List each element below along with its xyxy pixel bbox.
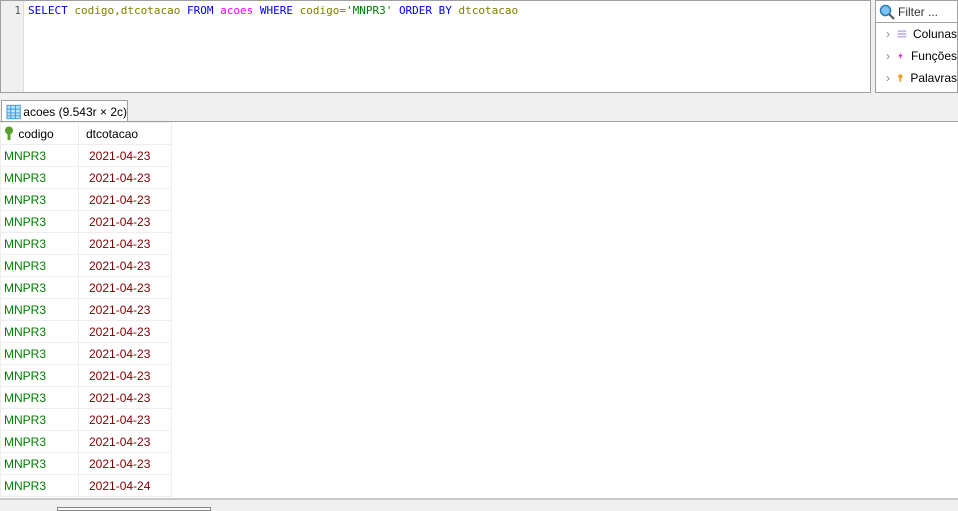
cell-dtcotacao[interactable]: 2021-04-23 xyxy=(78,430,172,453)
chevron-right-icon[interactable]: › xyxy=(886,71,896,85)
primary-key-icon xyxy=(5,126,13,140)
cell-codigo[interactable]: MNPR3 xyxy=(0,166,79,189)
cell-codigo[interactable]: MNPR3 xyxy=(0,144,79,167)
cell-codigo[interactable]: MNPR3 xyxy=(0,276,79,299)
tree-label: Funções xyxy=(910,49,957,63)
cell-dtcotacao[interactable]: 2021-04-23 xyxy=(78,188,172,211)
kw-from: FROM xyxy=(186,4,214,17)
table-row[interactable]: MNPR3 2021-04-23 xyxy=(0,320,172,343)
sql-text[interactable]: SELECT codigo,dtcotacao FROM acoes WHERE… xyxy=(28,4,518,17)
sql-string: 'MNPR3' xyxy=(345,4,393,17)
cell-dtcotacao[interactable]: 2021-04-23 xyxy=(78,298,172,321)
tree-item-columns[interactable]: › Colunas xyxy=(876,23,957,45)
cell-dtcotacao[interactable]: 2021-04-23 xyxy=(78,210,172,233)
sql-editor[interactable]: 1 SELECT codigo,dtcotacao FROM acoes WHE… xyxy=(0,0,871,93)
filter-placeholder: Filter ... xyxy=(898,4,939,19)
horizontal-scrollbar[interactable] xyxy=(57,507,211,511)
cell-dtcotacao[interactable]: 2021-04-23 xyxy=(78,408,172,431)
chevron-right-icon[interactable]: › xyxy=(886,49,896,63)
cell-codigo[interactable]: MNPR3 xyxy=(0,188,79,211)
cell-codigo[interactable]: MNPR3 xyxy=(0,430,79,453)
cell-codigo[interactable]: MNPR3 xyxy=(0,452,79,475)
columns-icon xyxy=(897,30,907,38)
key-icon xyxy=(897,74,903,82)
filter-input[interactable]: Filter ... xyxy=(876,1,957,23)
column-header-label: dtcotacao xyxy=(86,126,139,141)
column-header-codigo[interactable]: codigo xyxy=(0,122,79,145)
cell-dtcotacao[interactable]: 2021-04-23 xyxy=(78,166,172,189)
cell-codigo[interactable]: MNPR3 xyxy=(0,408,79,431)
sql-columns: codigo,dtcotacao xyxy=(74,4,181,17)
table-row[interactable]: MNPR3 2021-04-23 xyxy=(0,386,172,409)
column-header-dtcotacao[interactable]: dtcotacao xyxy=(78,122,172,145)
table-row[interactable]: MNPR3 2021-04-23 xyxy=(0,452,172,475)
cell-codigo[interactable]: MNPR3 xyxy=(0,210,79,233)
table-row[interactable]: MNPR3 2021-04-23 xyxy=(0,364,172,387)
table-row[interactable]: MNPR3 2021-04-23 xyxy=(0,430,172,453)
helper-panel: Filter ... › Colunas › Funções › Palavras xyxy=(875,0,958,93)
cell-codigo[interactable]: MNPR3 xyxy=(0,298,79,321)
cell-dtcotacao[interactable]: 2021-04-24 xyxy=(78,474,172,497)
cell-codigo[interactable]: MNPR3 xyxy=(0,386,79,409)
cell-codigo[interactable]: MNPR3 xyxy=(0,342,79,365)
cell-codigo[interactable]: MNPR3 xyxy=(0,364,79,387)
table-row[interactable]: MNPR3 2021-04-24 xyxy=(0,474,172,497)
sql-table: acoes xyxy=(220,4,254,17)
cell-codigo[interactable]: MNPR3 xyxy=(0,474,79,497)
table-row[interactable]: MNPR3 2021-04-23 xyxy=(0,276,172,299)
cell-dtcotacao[interactable]: 2021-04-23 xyxy=(78,386,172,409)
table-row[interactable]: MNPR3 2021-04-23 xyxy=(0,298,172,321)
tree-item-keywords[interactable]: › Palavras xyxy=(876,67,957,89)
chevron-right-icon[interactable]: › xyxy=(886,27,897,41)
cell-codigo[interactable]: MNPR3 xyxy=(0,320,79,343)
tree-label: Colunas xyxy=(912,27,957,41)
cell-dtcotacao[interactable]: 2021-04-23 xyxy=(78,232,172,255)
cell-codigo[interactable]: MNPR3 xyxy=(0,232,79,255)
cell-codigo[interactable]: MNPR3 xyxy=(0,254,79,277)
kw-select: SELECT xyxy=(28,4,68,17)
kw-order-by: ORDER BY xyxy=(398,4,452,17)
cell-dtcotacao[interactable]: 2021-04-23 xyxy=(78,144,172,167)
results-grid[interactable]: codigo dtcotacao MNPR3 2021-04-23 MNPR3 202… xyxy=(0,121,958,498)
table-row[interactable]: MNPR3 2021-04-23 xyxy=(0,342,172,365)
tab-results-acoes[interactable]: acoes (9.543r × 2c) xyxy=(1,100,128,122)
table-row[interactable]: MNPR3 2021-04-23 xyxy=(0,408,172,431)
table-icon xyxy=(6,104,21,119)
tree-label: Palavras xyxy=(910,71,957,85)
line-gutter: 1 xyxy=(1,1,24,92)
cell-dtcotacao[interactable]: 2021-04-23 xyxy=(78,364,172,387)
table-row[interactable]: MNPR3 2021-04-23 xyxy=(0,254,172,277)
table-row[interactable]: MNPR3 2021-04-23 xyxy=(0,144,172,167)
sql-order-column: dtcotacao xyxy=(458,4,519,17)
table-row[interactable]: MNPR3 2021-04-23 xyxy=(0,232,172,255)
line-number: 1 xyxy=(14,4,21,17)
cell-dtcotacao[interactable]: 2021-04-23 xyxy=(78,254,172,277)
sql-condition: codigo= xyxy=(299,4,346,17)
tab-label: acoes (9.543r × 2c) xyxy=(23,104,127,119)
cell-dtcotacao[interactable]: 2021-04-23 xyxy=(78,342,172,365)
cell-dtcotacao[interactable]: 2021-04-23 xyxy=(78,320,172,343)
cell-dtcotacao[interactable]: 2021-04-23 xyxy=(78,452,172,475)
table-row[interactable]: MNPR3 2021-04-23 xyxy=(0,188,172,211)
table-row[interactable]: MNPR3 2021-04-23 xyxy=(0,166,172,189)
kw-where: WHERE xyxy=(259,4,293,17)
column-header-label: codigo xyxy=(18,127,54,141)
function-icon xyxy=(898,52,903,60)
cell-dtcotacao[interactable]: 2021-04-23 xyxy=(78,276,172,299)
search-icon xyxy=(879,4,895,20)
tree-item-functions[interactable]: › Funções xyxy=(876,45,957,67)
table-row[interactable]: MNPR3 2021-04-23 xyxy=(0,210,172,233)
